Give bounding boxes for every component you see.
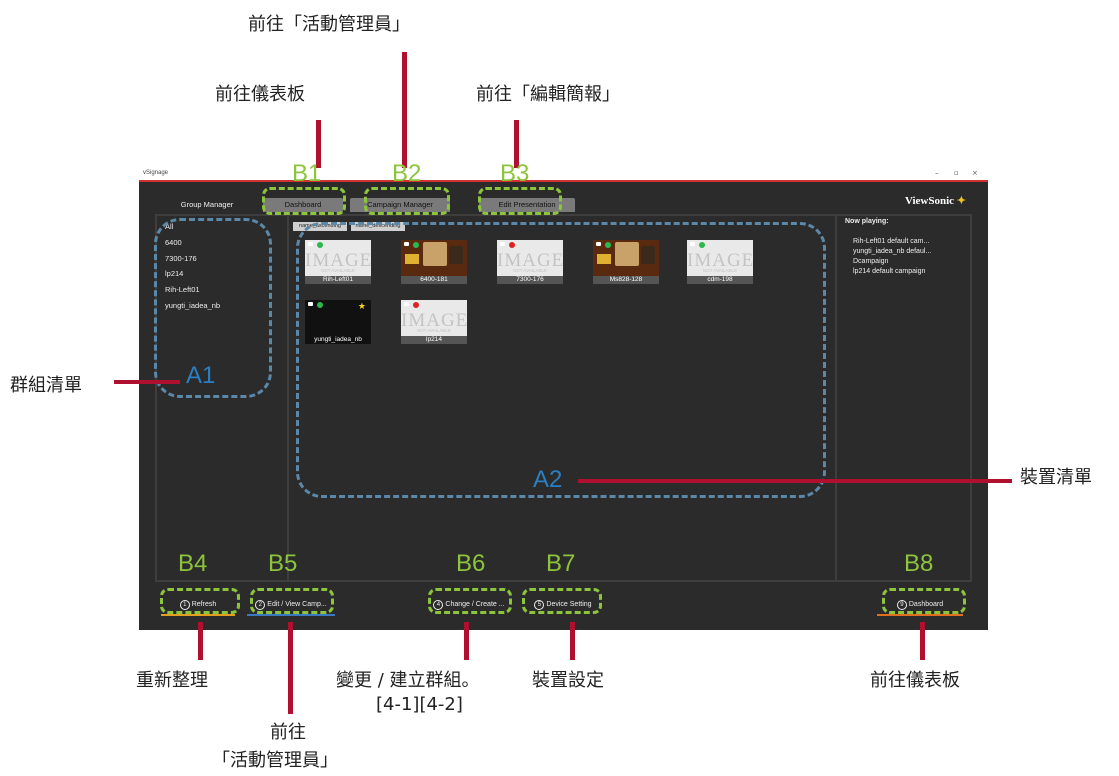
highlight-box-b5 [250,588,334,614]
tag-b3: B3 [500,160,530,187]
now-playing-item: Dcampaign [853,258,889,265]
annotation-change-group-ref: [4-1][4-2] [376,694,463,715]
pointer-line [288,622,293,714]
brand-name: ViewSonic [904,195,955,207]
underline [161,614,235,616]
pointer-line [198,622,203,660]
annotation-edit-presentation: 前往「編輯簡報」 [476,84,620,105]
pointer-line [920,622,925,660]
birds-icon: ✦ [956,195,966,207]
highlight-box-b4 [160,588,240,614]
highlight-box-b1 [262,187,346,215]
pointer-line [464,622,469,660]
now-playing-item: lp214 default campaign [853,268,926,275]
highlight-box-b3 [478,187,562,215]
underline [247,614,335,616]
close-icon[interactable]: × [972,169,978,177]
restore-icon[interactable]: ▫ [954,169,959,177]
now-playing-item: Rih-Left01 default cam... [853,238,930,245]
tag-b1: B1 [292,160,322,187]
annotation-change-group: 變更 / 建立群組。 [336,670,480,691]
annotation-campaign-manager-top: 前往「活動管理員」 [248,14,410,35]
brand-logo: ViewSonic ✦ [905,194,966,207]
underline [877,614,963,616]
annotation-dashboard-top: 前往儀表板 [215,84,305,105]
annotation-dashboard-bottom: 前往儀表板 [870,670,960,691]
annotation-device-setting: 裝置設定 [532,670,604,691]
highlight-box-b2 [364,187,450,215]
tag-b8: B8 [904,550,934,577]
annotation-campaign-manager-bottom-line1: 前往 [270,722,306,743]
highlight-box-b6 [428,588,512,614]
highlight-box-b8 [882,588,966,614]
annotation-refresh: 重新整理 [136,670,208,691]
tag-b5: B5 [268,550,298,577]
window-title: vSignage [143,170,169,176]
pointer-line [114,380,180,384]
pointer-line [578,479,1012,483]
highlight-box-b7 [522,588,602,614]
tag-a2: A2 [533,466,563,493]
pointer-line [570,622,575,660]
annotation-device-list: 裝置清單 [1020,467,1092,488]
tag-b7: B7 [546,550,576,577]
highlight-box-a2 [296,222,826,498]
now-playing-item: yungti_iadea_nb defaul... [853,248,932,255]
minimize-icon[interactable]: – [935,169,939,177]
tag-b6: B6 [456,550,486,577]
annotation-campaign-manager-bottom-line2: 「活動管理員」 [212,750,338,771]
tag-a1: A1 [186,362,216,389]
annotation-group-list: 群組清單 [10,375,82,396]
tab-group-manager[interactable]: Group Manager [157,198,257,212]
tag-b2: B2 [392,160,422,187]
title-bar: vSignage – ▫ × [139,168,988,182]
tag-b4: B4 [178,550,208,577]
now-playing-heading: Now playing: [845,218,889,225]
